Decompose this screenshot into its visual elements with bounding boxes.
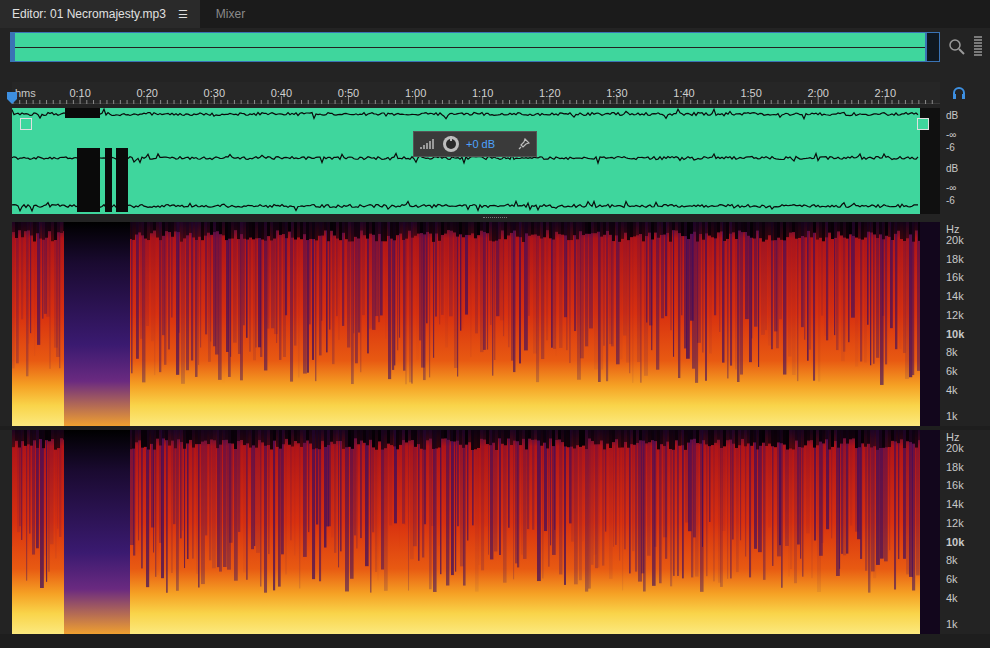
waveform-plot[interactable]	[12, 108, 940, 214]
frequency-label: 10k	[946, 537, 964, 548]
frequency-label: 18k	[946, 254, 964, 265]
zoom-icon[interactable]	[948, 38, 966, 56]
ruler-label: 1:20	[539, 85, 560, 102]
ruler-label: 0:50	[338, 85, 359, 102]
ruler-label: 2:10	[875, 85, 896, 102]
amplitude-scale: dB-∞-6dB-∞-6	[940, 108, 990, 214]
spectrogram-row: Hz20k18k16k14k12k10k8k6k4k1k	[0, 430, 990, 634]
ruler-label: 0:30	[204, 85, 225, 102]
frequency-label: 20k	[946, 235, 964, 246]
frequency-label: 12k	[946, 518, 964, 529]
level-meter-icon	[420, 139, 436, 149]
frequency-label: 4k	[946, 593, 958, 604]
frequency-label: 20k	[946, 443, 964, 454]
frequency-label: 14k	[946, 291, 964, 302]
tab-menu-icon[interactable]: ☰	[178, 6, 188, 23]
ruler-row: hms0:100:200:300:400:501:001:101:201:301…	[0, 82, 990, 104]
ruler-label: 1:30	[606, 85, 627, 102]
ruler-label: 1:50	[740, 85, 761, 102]
tab-bar: Editor: 01 Necromajesty.mp3☰Mixer	[0, 0, 990, 28]
frequency-label: 10k	[946, 329, 964, 340]
panel-divider[interactable]	[0, 214, 990, 222]
spectrogram-row: Hz20k18k16k14k12k10k8k6k4k1k	[0, 222, 990, 426]
frequency-label: 1k	[946, 619, 958, 630]
spectrogram-plot[interactable]	[12, 222, 940, 426]
frequency-label: 1k	[946, 411, 958, 422]
channel-scale: dB-∞-6	[946, 161, 990, 214]
zoom-bar-icon[interactable]	[974, 36, 982, 58]
channel-scale: dB-∞-6	[946, 108, 990, 161]
ruler-label: 1:40	[673, 85, 694, 102]
frequency-label: 6k	[946, 366, 958, 377]
frequency-label: 8k	[946, 347, 958, 358]
app: Editor: 01 Necromajesty.mp3☰Mixerhms0:10…	[0, 0, 990, 648]
ruler-label: 2:00	[807, 85, 828, 102]
mixer-tab[interactable]: Mixer	[200, 0, 261, 28]
headphones-icon[interactable]	[952, 86, 966, 100]
frequency-label: 8k	[946, 555, 958, 566]
overview-row	[0, 28, 990, 66]
frequency-label: 18k	[946, 462, 964, 473]
frequency-label: 6k	[946, 574, 958, 585]
ruler-label: 1:10	[472, 85, 493, 102]
time-ruler[interactable]: hms0:100:200:300:400:501:001:101:201:301…	[12, 82, 940, 104]
volume-knob-icon[interactable]	[442, 135, 460, 153]
volume-hud[interactable]: +0 dB	[413, 131, 537, 157]
volume-reading: +0 dB	[466, 136, 495, 153]
fade-in-handle-icon[interactable]	[20, 118, 32, 130]
frequency-scale: Hz20k18k16k14k12k10k8k6k4k1k	[940, 430, 990, 634]
frequency-scale: Hz20k18k16k14k12k10k8k6k4k1k	[940, 222, 990, 426]
ruler-label: 1:00	[405, 85, 426, 102]
ruler-label: 0:40	[271, 85, 292, 102]
waveform-row: +0 dB dB-∞-6dB-∞-6	[0, 108, 990, 214]
pin-icon[interactable]	[518, 138, 530, 150]
playhead-icon[interactable]	[7, 92, 17, 104]
frequency-label: 4k	[946, 385, 958, 396]
fade-out-handle-icon[interactable]	[917, 118, 929, 130]
bottom-bar	[0, 634, 990, 648]
frequency-label: 14k	[946, 499, 964, 510]
frequency-label: 12k	[946, 310, 964, 321]
frequency-label: 16k	[946, 480, 964, 491]
spectrogram-plot[interactable]	[12, 430, 940, 634]
editor-tab[interactable]: Editor: 01 Necromajesty.mp3☰	[0, 0, 200, 28]
overview-strip[interactable]	[10, 32, 940, 62]
ruler-label: 0:10	[69, 85, 90, 102]
ruler-label: 0:20	[136, 85, 157, 102]
frequency-label: 16k	[946, 272, 964, 283]
